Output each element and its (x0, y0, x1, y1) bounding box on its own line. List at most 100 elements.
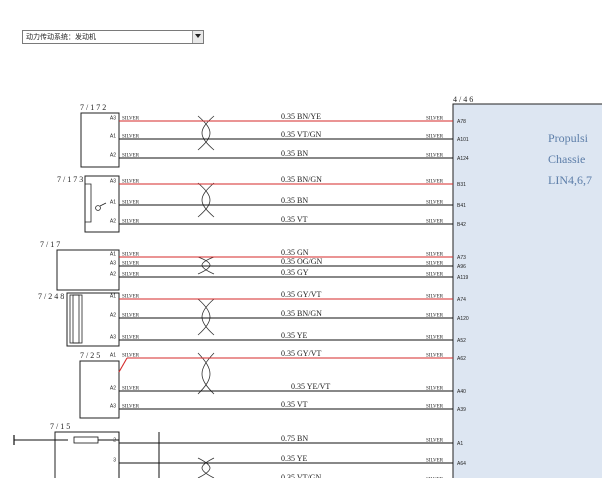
ecu-text-line: Chassie (548, 152, 585, 166)
wire-line (118, 357, 128, 373)
right-material-label: SILVER (426, 253, 444, 258)
wire-row: 3 0.35 YE SILVER A64 (113, 454, 466, 467)
left-pin-label: A2 (110, 219, 116, 225)
left-pin-label: A1 (110, 294, 116, 300)
wire-spec-label: 0.35 BN (281, 149, 308, 158)
left-material-label: SILVER (122, 262, 140, 267)
left-material-label: SILVER (122, 295, 140, 300)
right-pin-label: A119 (457, 275, 469, 281)
wire-row: A1 SILVER 0.35 VT/GN SILVER A101 (110, 130, 469, 143)
wire-spec-label: 0.35 BN (281, 196, 308, 205)
wire-spec-label: 0.35 OG/GN (281, 257, 323, 266)
left-pin-label: A3 (110, 261, 116, 267)
wire-spec-label: 0.35 GN (281, 248, 309, 257)
left-material-label: SILVER (122, 273, 140, 278)
wire-spec-label: 0.35 VT/GN (281, 130, 322, 139)
right-pin-label: A73 (457, 255, 466, 261)
left-material-label: SILVER (122, 405, 140, 410)
connector-id: 7 / 2 5 (80, 351, 100, 360)
right-pin-label: A40 (457, 389, 466, 395)
right-pin-label: A39 (457, 407, 466, 413)
right-material-label: SILVER (426, 354, 444, 359)
left-material-label: SILVER (122, 314, 140, 319)
wire-row: A1 SILVER 0.35 BN SILVER B41 (110, 196, 466, 209)
left-material-label: SILVER (122, 117, 140, 122)
wire-row: A3 SILVER 0.35 BN/YE SILVER A78 (110, 112, 466, 125)
left-material-label: SILVER (122, 253, 140, 258)
wire-spec-label: 0.35 VT (281, 215, 308, 224)
wire-spec-label: 0.75 BN (281, 434, 308, 443)
right-pin-label: A64 (457, 461, 466, 467)
left-pin-label: A3 (110, 335, 116, 341)
wiring-diagram: 4 / 4 6 Propulsi Chassie LIN4,6,7 7 / 1 … (13, 95, 602, 478)
twisted-pair-symbol (197, 182, 215, 218)
wire-spec-label: 0.35 GY (281, 268, 309, 277)
left-pin-label: 3 (113, 458, 116, 464)
wire-row: 0.35 VT/GNSILVER (281, 473, 444, 478)
right-material-label: SILVER (426, 220, 444, 225)
left-pin-label: A1 (110, 134, 116, 140)
left-pin-label: A1 (110, 252, 116, 258)
twisted-pair-symbol (197, 457, 215, 478)
wire-spec-label: 0.35 GY/VT (281, 290, 322, 299)
right-material-label: SILVER (426, 439, 444, 444)
wire-row: A2 SILVER 0.35 BN/GN SILVER A120 (110, 309, 469, 322)
left-material-label: SILVER (122, 354, 140, 359)
wire-row: A2 SILVER 0.35 BN SILVER A124 (110, 149, 469, 162)
left-pin-label: A3 (110, 404, 116, 410)
right-material-label: SILVER (426, 314, 444, 319)
left-pin-label: A2 (110, 153, 116, 159)
wire-spec-label: 0.35 YE (281, 331, 307, 340)
connector-id: 7 / 1 7 (40, 240, 60, 249)
ecu-id: 4 / 4 6 (453, 95, 473, 104)
left-material-label: SILVER (122, 180, 140, 185)
right-pin-label: B41 (457, 203, 466, 209)
connector-id: 7 / 1 5 (50, 422, 70, 431)
right-material-label: SILVER (426, 273, 444, 278)
right-pin-label: A120 (457, 316, 469, 322)
left-pin-label: 2 (113, 438, 116, 444)
right-material-label: SILVER (426, 135, 444, 140)
connector-id: 7 / 2 4 8 (38, 292, 64, 301)
wire-spec-label: 0.35 VT (281, 400, 308, 409)
right-pin-label: A124 (457, 156, 469, 162)
left-material-label: SILVER (122, 336, 140, 341)
twisted-pair-symbol (197, 298, 215, 336)
wire-row: A2 SILVER 0.35 VT SILVER B42 (110, 215, 466, 228)
wire-spec-label: 0.35 BN/GN (281, 309, 322, 318)
wire-spec-label: 0.35 YE/VT (291, 382, 330, 391)
wire-row: A3 SILVER 0.35 YE SILVER A52 (110, 331, 466, 344)
left-material-label: SILVER (122, 135, 140, 140)
wire-spec-label: 0.35 VT/GN (281, 473, 322, 478)
right-pin-label: A62 (457, 356, 466, 362)
twisted-pair-symbol (197, 352, 215, 395)
left-material-label: SILVER (122, 201, 140, 206)
wire-row: A3 SILVER 0.35 BN/GN SILVER B31 (110, 175, 466, 188)
wire-row: 2 0.75 BN SILVER A1 (113, 434, 463, 447)
left-pin-label: A2 (110, 313, 116, 319)
left-pin-label: A2 (110, 272, 116, 278)
left-pin-label: A3 (110, 179, 116, 185)
right-pin-label: A78 (457, 119, 466, 125)
right-material-label: SILVER (426, 405, 444, 410)
right-material-label: SILVER (426, 180, 444, 185)
wire-spec-label: 0.35 BN/YE (281, 112, 321, 121)
left-material-label: SILVER (122, 154, 140, 159)
right-pin-label: A74 (457, 297, 466, 303)
left-pin-label: A3 (110, 116, 116, 122)
wire-row: A1 SILVER 0.35 GY/VT SILVER A74 (110, 290, 466, 303)
wire-row: A3 SILVER 0.35 VT SILVER A39 (110, 400, 466, 413)
connector-id: 7 / 1 7 2 (80, 103, 106, 112)
right-pin-label: A52 (457, 338, 466, 344)
left-pin-label: A1 (110, 353, 116, 359)
connector-pin-circle (95, 205, 101, 211)
fuse-symbol (73, 436, 99, 444)
wire-spec-label: 0.35 BN/GN (281, 175, 322, 184)
right-pin-label: B31 (457, 182, 466, 188)
right-material-label: SILVER (426, 201, 444, 206)
right-material-label: SILVER (426, 295, 444, 300)
right-material-label: SILVER (426, 336, 444, 341)
right-pin-label: A1 (457, 441, 463, 447)
ecu-text-line: LIN4,6,7 (548, 173, 592, 187)
wire-spec-label: 0.35 GY/VT (281, 349, 322, 358)
